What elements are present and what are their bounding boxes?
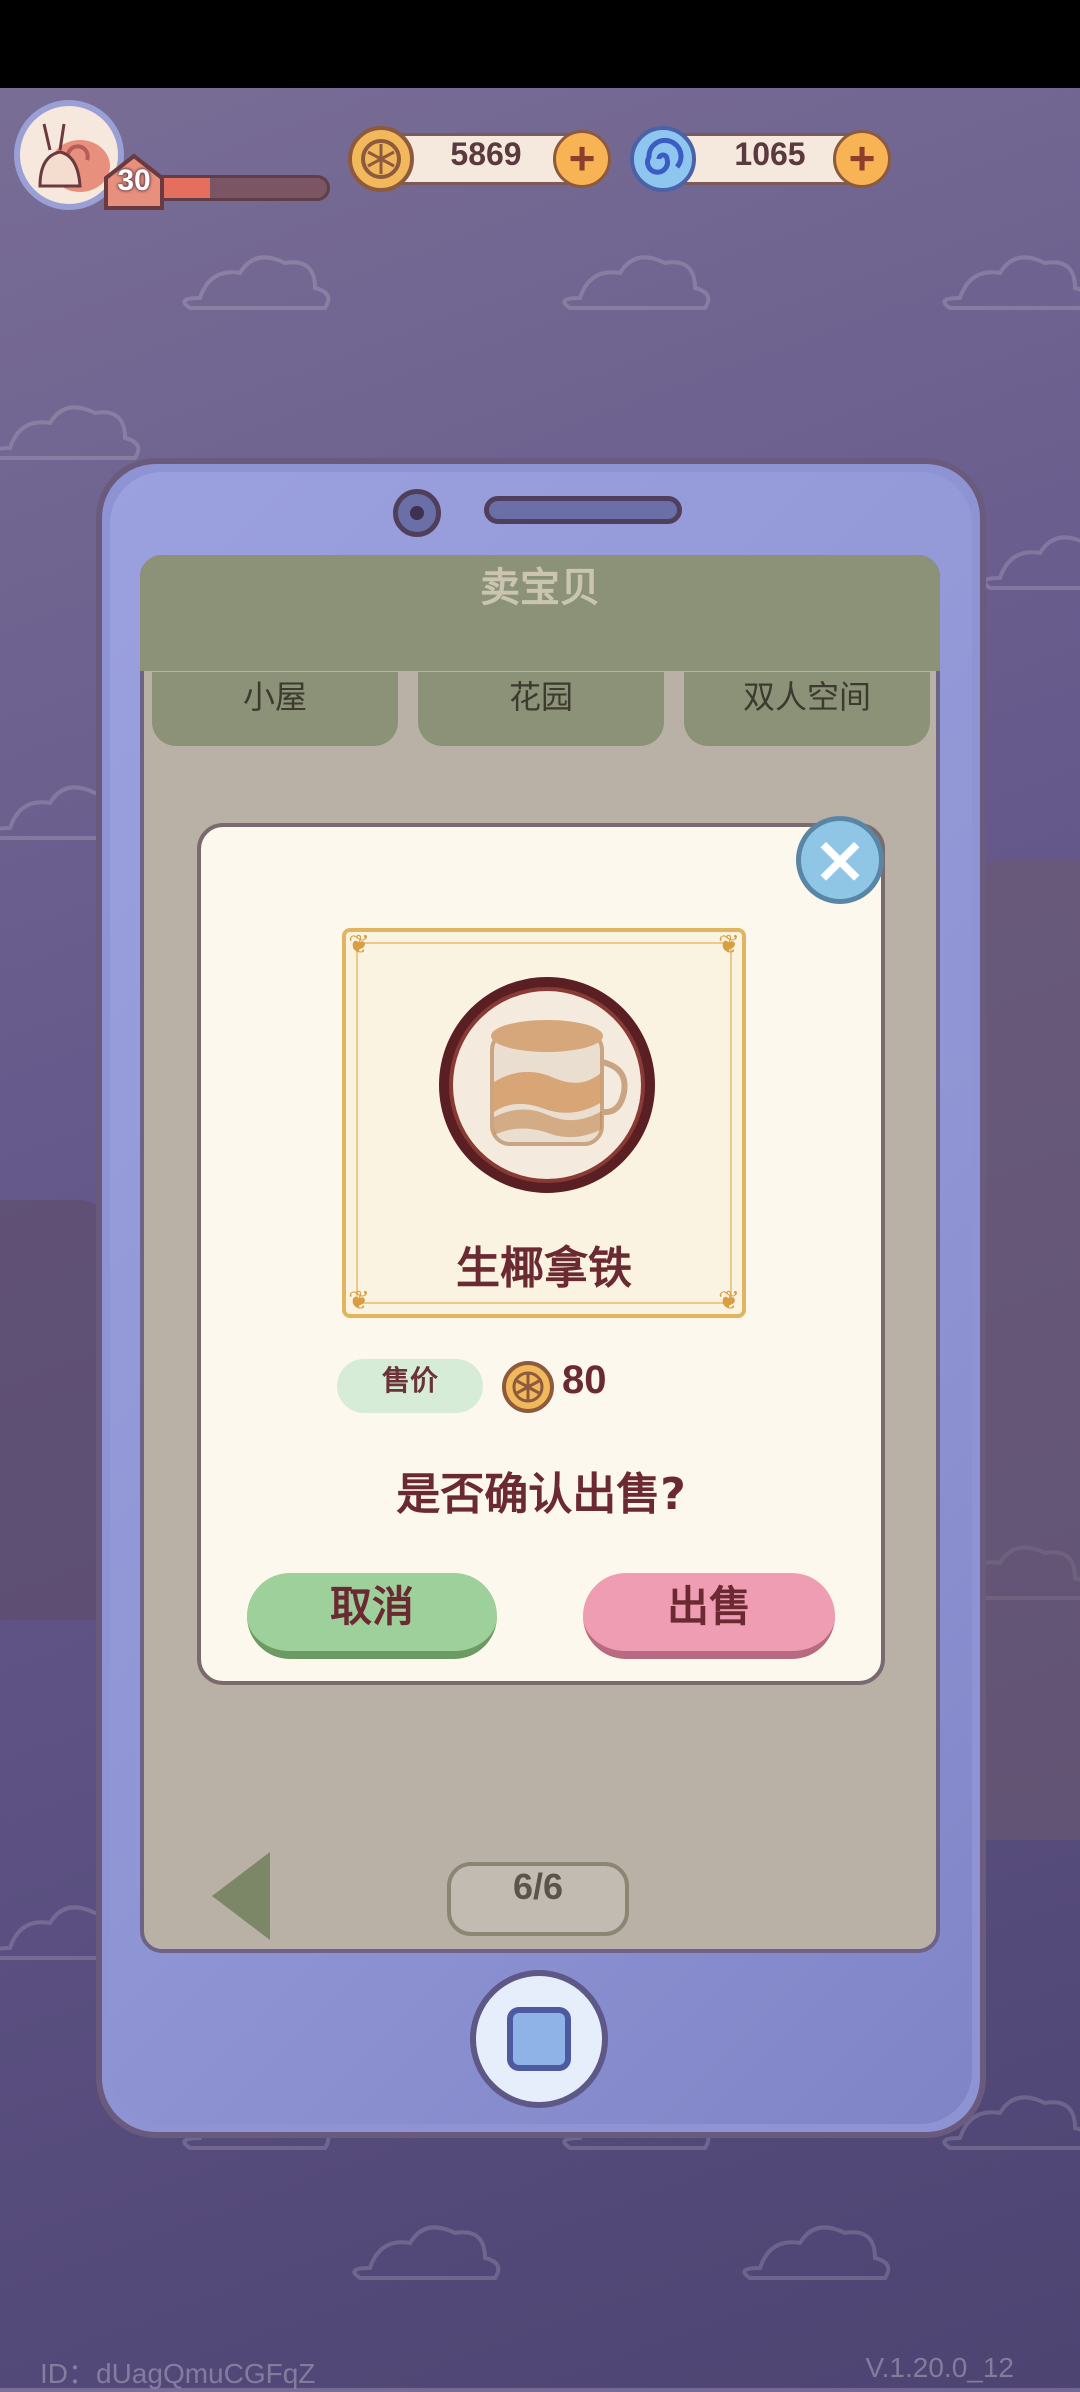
tab-garden[interactable]: 花园	[418, 672, 664, 746]
level-progress-bar	[150, 175, 330, 201]
confirm-question: 是否确认出售?	[396, 1469, 686, 1520]
previous-page-arrow-icon[interactable]	[212, 1852, 270, 1940]
phone-camera	[393, 489, 441, 537]
player-id: ID：dUagQmuCGFqZ	[40, 2358, 316, 2389]
item-name: 生椰拿铁	[456, 1243, 632, 1294]
background-building	[972, 860, 1080, 1840]
price-value: 80	[562, 1358, 607, 1402]
level-number: 30	[117, 164, 151, 197]
phone-speaker	[484, 496, 682, 524]
swirl-gem-icon	[630, 126, 696, 192]
sell-button[interactable]: 出售	[583, 1573, 835, 1659]
page-indicator: 6/6	[447, 1862, 629, 1936]
price-label: 售价	[337, 1359, 483, 1413]
coin-icon	[348, 126, 414, 192]
coconut-latte-icon	[439, 977, 655, 1193]
gem-value: 1065	[734, 136, 806, 172]
phone-home-button[interactable]	[470, 1970, 608, 2108]
tab-double-space[interactable]: 双人空间	[684, 672, 930, 746]
card-corner-ornament-icon: ❦	[718, 930, 740, 960]
close-icon[interactable]: ×	[796, 816, 884, 904]
status-bar	[0, 0, 1080, 88]
add-gems-button[interactable]: +	[833, 130, 891, 188]
background-fence	[0, 1200, 110, 1620]
sell-screen-title: 卖宝贝	[140, 555, 940, 671]
tab-cabin[interactable]: 小屋	[152, 672, 398, 746]
version-label: V.1.20.0_12	[865, 2352, 1014, 2383]
coin-icon	[502, 1361, 554, 1413]
cancel-button[interactable]: 取消	[247, 1573, 497, 1659]
coin-value: 5869	[450, 136, 522, 172]
card-corner-ornament-icon: ❦	[348, 930, 370, 960]
add-coins-button[interactable]: +	[553, 130, 611, 188]
